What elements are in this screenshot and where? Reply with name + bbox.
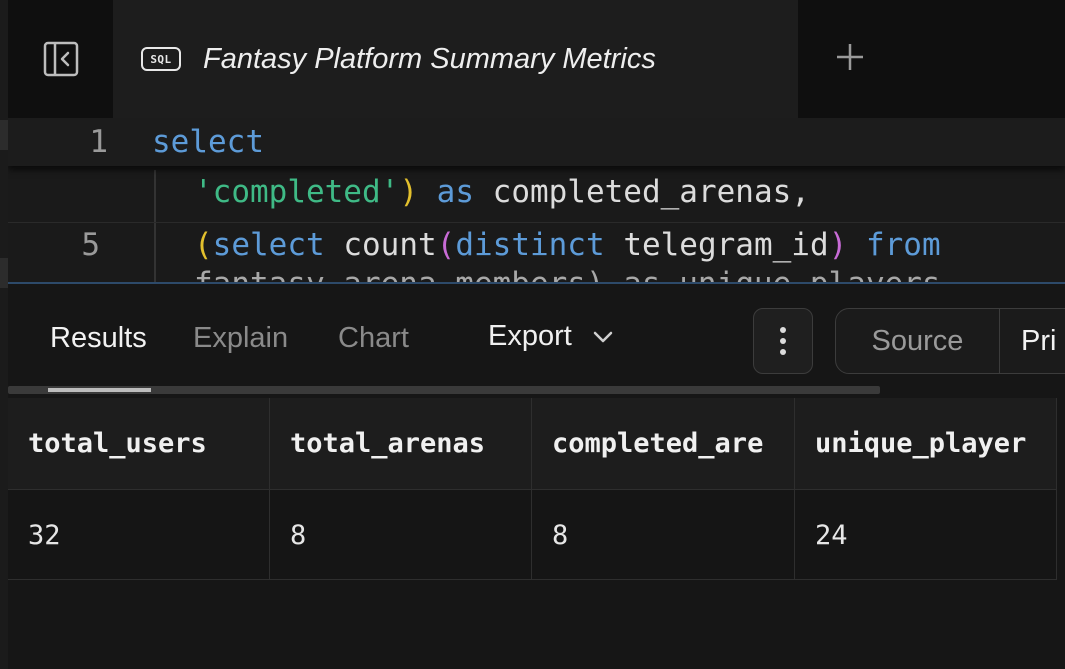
add-tab-button[interactable] — [820, 32, 880, 82]
column-header[interactable]: completed_are — [532, 398, 795, 489]
view-source-button[interactable]: Source — [836, 309, 1000, 373]
table-header-row: total_users total_arenas completed_are u… — [8, 398, 1057, 490]
view-preview-button[interactable]: Pri — [1021, 325, 1056, 358]
tab-query[interactable]: SQL Fantasy Platform Summary Metrics — [113, 0, 798, 118]
sticky-code-line-1: 1 select — [8, 118, 1065, 166]
table-cell[interactable]: 8 — [532, 490, 795, 579]
tab-explain[interactable]: Explain — [193, 322, 288, 355]
sql-editor[interactable]: 'completed') as completed_arenas, 5 (sel… — [8, 118, 1065, 284]
code-line-5: 5 (select count(distinct telegram_id) fr… — [8, 222, 1065, 268]
code-text: 'completed') as completed_arenas, — [194, 174, 810, 210]
results-toolbar: Results Explain Chart Export Source Pri — [8, 284, 1065, 396]
column-header[interactable]: total_users — [8, 398, 270, 489]
plus-icon — [837, 44, 863, 70]
sql-icon: SQL — [141, 47, 181, 71]
active-tab-indicator — [48, 388, 151, 392]
column-header[interactable]: total_arenas — [270, 398, 532, 489]
line-number: 5 — [81, 227, 100, 263]
code-text: select — [152, 124, 264, 160]
edge-mark — [0, 258, 8, 288]
tab-bar: SQL Fantasy Platform Summary Metrics — [8, 0, 1065, 118]
export-button[interactable]: Export — [488, 320, 614, 353]
line-number: 1 — [89, 124, 108, 160]
window-edge — [0, 0, 8, 669]
code-text: (select count(distinct telegram_id) from — [194, 227, 941, 263]
edge-mark — [0, 120, 8, 150]
view-toggle: Source Pri — [835, 308, 1065, 374]
tab-results[interactable]: Results — [50, 322, 147, 355]
tab-title: Fantasy Platform Summary Metrics — [203, 42, 656, 75]
export-label: Export — [488, 320, 572, 352]
code-line-wrapped: 'completed') as completed_arenas, — [8, 170, 1065, 214]
more-options-button[interactable] — [753, 308, 813, 374]
table-cell[interactable]: 32 — [8, 490, 270, 579]
table-cell[interactable]: 8 — [270, 490, 532, 579]
column-header[interactable]: unique_player — [795, 398, 1057, 489]
sidebar-collapse-icon — [43, 41, 78, 77]
chevron-down-icon — [593, 331, 613, 342]
sidebar-toggle-button[interactable] — [8, 0, 113, 118]
results-table: total_users total_arenas completed_are u… — [8, 398, 1057, 582]
table-row: 32 8 8 24 — [8, 490, 1057, 580]
table-cell[interactable]: 24 — [795, 490, 1057, 579]
tab-chart[interactable]: Chart — [338, 322, 409, 355]
vertical-dots-icon — [780, 327, 786, 355]
